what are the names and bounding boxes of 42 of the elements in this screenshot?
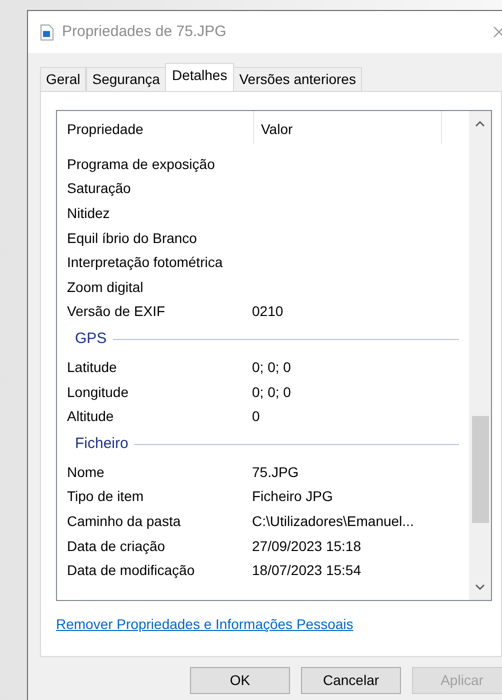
- property-value: 0; 0; 0: [252, 358, 291, 377]
- property-name: Equil íbrio do Branco: [66, 228, 198, 248]
- tab[interactable]: Versões anteriores: [233, 67, 362, 91]
- property-value: 18/07/2023 15:54: [252, 561, 361, 580]
- group-heading: GPS: [75, 329, 107, 350]
- property-name: Longitude: [66, 382, 130, 402]
- property-name: Versão de EXIF: [66, 302, 166, 322]
- property-value: 27/09/2023 15:18: [252, 536, 361, 556]
- property-name: Saturação: [66, 179, 132, 198]
- property-name: Nitidez: [66, 204, 111, 223]
- property-name: Zoom digital: [66, 278, 144, 297]
- dialog-button[interactable]: Cancelar: [301, 667, 401, 694]
- scrollbar[interactable]: [469, 111, 491, 600]
- property-value: Ficheiro JPG: [252, 487, 333, 506]
- column-header[interactable]: Valor: [254, 111, 442, 144]
- property-value: 0; 0; 0: [252, 382, 291, 402]
- close-icon[interactable]: [493, 26, 502, 38]
- remove-properties-link[interactable]: Remover Propriedades e Informações Pessoais: [56, 614, 354, 635]
- tab[interactable]: Detalhes: [164, 63, 234, 91]
- tab[interactable]: Geral: [40, 67, 86, 91]
- property-value: 75.JPG: [252, 462, 299, 482]
- property-name: Caminho da pasta: [66, 512, 182, 531]
- scroll-thumb[interactable]: [472, 416, 488, 523]
- column-header[interactable]: Propriedade: [57, 111, 254, 144]
- property-name: Interpretação fotométrica: [66, 253, 224, 272]
- group-heading: Ficheiro: [75, 434, 128, 454]
- property-name: Data de criação: [66, 536, 166, 556]
- property-name: Nome: [66, 462, 106, 482]
- property-name: Tipo de item: [66, 487, 145, 506]
- property-value: C:\Utilizadores\Emanuel...: [252, 512, 414, 531]
- property-value: 0: [252, 407, 260, 426]
- scroll-down-icon[interactable]: [475, 584, 485, 591]
- property-value: 0210: [252, 302, 284, 322]
- image-file-icon: [40, 24, 54, 40]
- window-title: Propriedades de 75.JPG: [62, 22, 226, 42]
- dialog-button[interactable]: OK: [190, 667, 290, 694]
- property-name: Latitude: [66, 358, 118, 377]
- scroll-up-icon[interactable]: [475, 120, 485, 127]
- tab[interactable]: Segurança: [86, 67, 166, 91]
- property-name: Altitude: [66, 407, 115, 426]
- property-name: Programa de exposição: [66, 154, 216, 174]
- property-name: Data de modificação: [66, 561, 196, 580]
